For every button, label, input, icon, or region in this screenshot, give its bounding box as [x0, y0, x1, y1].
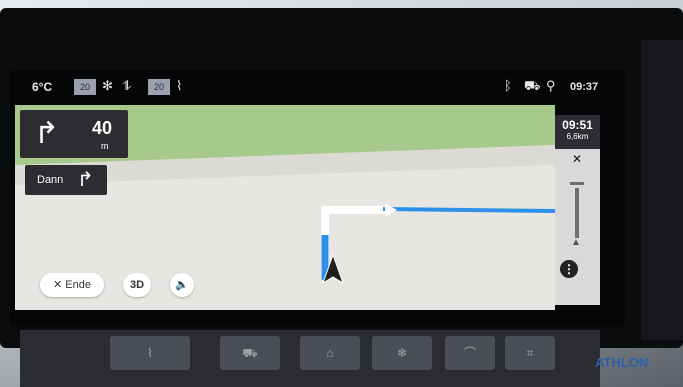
seat-heat-button[interactable]: ⌇ — [110, 336, 190, 370]
turn-right-icon: ↱ — [34, 117, 60, 150]
volume-icon[interactable]: 🔈 — [170, 273, 194, 297]
defrost-button[interactable]: ⌒ — [445, 336, 495, 370]
arrival-time: 09:51 — [562, 118, 593, 132]
more-options-icon[interactable]: ⋮ — [560, 260, 578, 278]
next-turn-card: ↱ 40 m — [20, 110, 128, 158]
rear-defrost-button[interactable]: ⌗ — [505, 336, 555, 370]
brand-logo-text: ATHLON — [595, 355, 649, 370]
bluetooth-icon: ᛒ — [504, 78, 512, 93]
climate-button[interactable]: ❄ — [372, 336, 432, 370]
view-toggle-button[interactable]: 3D — [123, 273, 151, 297]
then-turn-card: Dann ↱ — [25, 165, 107, 195]
brand-logo: ATHLON — [595, 355, 648, 370]
seat-heat-icon[interactable]: ⌇ — [176, 78, 182, 94]
infotainment-screen: 6°C 20 ✻ ⥮ 20 ⌇ ᛒ ⛟ ⚲ 09:37 09:51 6,6km … — [10, 70, 625, 325]
up-arrow-icon[interactable]: ▲ — [571, 237, 581, 248]
end-label: Ende — [65, 279, 91, 291]
bezel-right — [641, 40, 683, 340]
fan-icon[interactable]: ✻ — [102, 78, 113, 94]
zoom-knob[interactable] — [570, 182, 584, 185]
end-navigation-button[interactable]: ✕ Ende — [40, 273, 104, 297]
seat-airflow-icon[interactable]: ⥮ — [122, 78, 131, 94]
remaining-distance: 6,6km — [566, 132, 589, 141]
signal-icon: ⚲ — [546, 78, 556, 93]
then-turn-right-icon: ↱ — [77, 169, 94, 191]
eta-box: 09:51 6,6km — [555, 115, 600, 149]
turn-distance: 40 — [92, 118, 113, 138]
car-settings-button[interactable]: ⛟ — [220, 336, 280, 370]
home-button[interactable]: ⌂ — [300, 336, 360, 370]
zoom-track[interactable] — [575, 188, 579, 238]
right-temp-setting[interactable]: 20 — [148, 79, 170, 95]
clock: 09:37 — [570, 81, 599, 93]
left-temp-setting[interactable]: 20 — [74, 79, 96, 95]
route-arrowhead — [385, 203, 397, 217]
then-label: Dann — [37, 174, 64, 186]
close-icon: ✕ — [53, 279, 66, 291]
car-icon: ⛟ — [524, 78, 541, 93]
compass-icon[interactable]: ✕ — [569, 152, 585, 166]
turn-distance-unit: m — [101, 141, 109, 151]
status-bar: 6°C 20 ✻ ⥮ 20 ⌇ ᛒ ⛟ ⚲ 09:37 — [10, 70, 625, 104]
route-line-horizontal — [382, 207, 555, 213]
outside-temperature: 6°C — [32, 80, 53, 94]
